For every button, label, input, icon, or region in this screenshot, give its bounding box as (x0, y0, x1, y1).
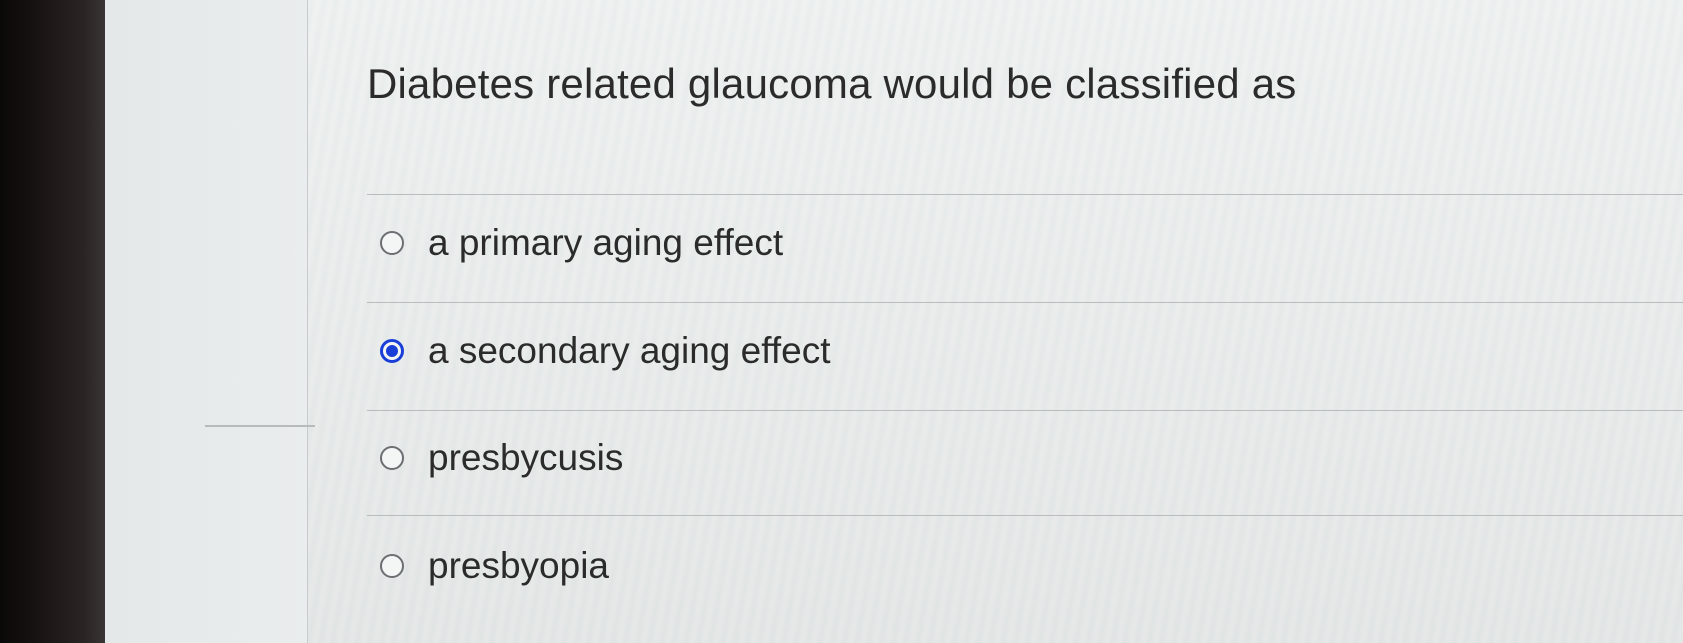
question-text: Diabetes related glaucoma would be class… (367, 60, 1297, 107)
radio-selected-dot (386, 345, 398, 357)
panel-divider-mark (205, 425, 315, 427)
option-presbyopia[interactable]: presbyopia (380, 541, 609, 591)
radio-button-selected[interactable] (380, 339, 404, 363)
divider (367, 410, 1683, 411)
option-label: presbycusis (428, 437, 624, 478)
divider (367, 515, 1683, 516)
option-secondary-aging-effect[interactable]: a secondary aging effect (380, 326, 830, 376)
divider (367, 302, 1683, 303)
screen: Diabetes related glaucoma would be class… (0, 0, 1683, 643)
option-label: a primary aging effect (428, 222, 784, 263)
radio-button[interactable] (380, 231, 404, 255)
monitor-bezel (0, 0, 105, 643)
radio-button[interactable] (380, 446, 404, 470)
radio-button[interactable] (380, 554, 404, 578)
option-presbycusis[interactable]: presbycusis (380, 433, 623, 483)
divider (367, 194, 1683, 195)
option-label: a secondary aging effect (428, 330, 831, 371)
option-primary-aging-effect[interactable]: a primary aging effect (380, 218, 783, 268)
option-label: presbyopia (428, 545, 610, 586)
left-panel (105, 0, 315, 643)
